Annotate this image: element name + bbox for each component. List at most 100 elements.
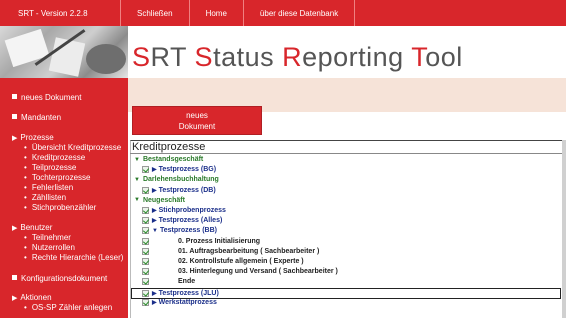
process-label: Stichprobenprozess: [158, 207, 226, 214]
title-word: tatus: [213, 42, 283, 72]
sidebar-item-label: Mandanten: [21, 113, 62, 122]
process-link[interactable]: ▼ Testprozess (BB): [152, 227, 217, 234]
document-icon: [142, 217, 149, 225]
triangle-right-icon: ▶: [12, 135, 18, 142]
triangle-down-icon[interactable]: ▼: [134, 177, 140, 183]
sidebar-section-processes[interactable]: ▶ Prozesse: [12, 133, 54, 142]
about-database-link[interactable]: über diese Datenbank: [244, 9, 354, 18]
sidebar-item-user-roles[interactable]: Nutzerrollen: [24, 243, 75, 252]
process-label: Testprozess (JLU): [158, 289, 219, 297]
sidebar-item-sub-processes[interactable]: Teilprozesse: [24, 163, 76, 172]
sidebar-item-label: Prozesse: [20, 133, 54, 142]
sidebar-item-rights-hierarchy[interactable]: Rechte Hierarchie (Leser): [24, 253, 124, 262]
process-row[interactable]: ▶ Testprozess (Alles): [142, 216, 222, 225]
sidebar-item-label: Konfigurationsdokument: [21, 274, 108, 283]
process-link[interactable]: ▶ Testprozess (BG): [152, 166, 216, 173]
hand-shape: [86, 44, 126, 74]
step-label: Ende: [178, 278, 196, 286]
close-link[interactable]: Schließen: [121, 9, 189, 18]
sidebar-item-label: neues Dokument: [21, 93, 82, 102]
step-row[interactable]: 03. Hinterlegung und Versand ( Sachbearb…: [142, 267, 338, 276]
document-icon: [142, 247, 149, 255]
triangle-right-icon[interactable]: ▶: [152, 300, 157, 306]
category-label: Darlehensbuchhaltung: [142, 176, 219, 184]
document-icon: [142, 289, 149, 297]
triangle-right-icon[interactable]: ▶: [152, 291, 157, 297]
sidebar-section-actions[interactable]: ▶ Aktionen: [12, 293, 52, 302]
process-link[interactable]: ▶ Stichprobenprozess: [152, 207, 226, 214]
document-icon: [142, 258, 149, 265]
step-label: 03. Hinterlegung und Versand ( Sachbearb…: [178, 268, 338, 276]
process-label: Testprozess (BB): [159, 227, 217, 235]
sidebar-item-error-lists[interactable]: Fehlerlisten: [24, 183, 73, 192]
step-row[interactable]: 01. Auftragsbearbeitung ( Sachbearbeiter…: [142, 247, 319, 256]
sidebar-item-overview[interactable]: Übersicht Kreditprozesse: [24, 143, 121, 152]
document-icon: [142, 237, 149, 245]
document-icon: [142, 207, 149, 214]
bullet-icon: [12, 275, 17, 280]
triangle-down-icon[interactable]: ▼: [152, 228, 158, 234]
document-icon: [142, 227, 149, 235]
category-label: Neugeschäft: [142, 196, 185, 204]
home-link[interactable]: Home: [190, 9, 243, 18]
process-row[interactable]: ▶ Testprozess (DB): [142, 186, 216, 195]
scrollbar[interactable]: [562, 140, 566, 318]
process-label: Testprozess (Alles): [158, 217, 223, 225]
triangle-right-icon[interactable]: ▶: [152, 188, 157, 194]
category-label: Bestandsgeschäft: [142, 156, 204, 163]
view-title: Kreditprozesse: [132, 141, 206, 153]
top-bar: SRT - Version 2.2.8 Schließen Home über …: [0, 0, 566, 26]
sidebar-item-create-counter[interactable]: OS-SP Zähler anlegen: [24, 303, 112, 312]
process-row[interactable]: ▶ Stichprobenprozess: [142, 206, 226, 215]
triangle-right-icon: ▶: [12, 295, 18, 302]
step-row[interactable]: Ende: [142, 277, 195, 286]
process-link[interactable]: ▶ Testprozess (Alles): [152, 217, 222, 224]
document-icon: [142, 278, 149, 286]
sidebar-item-credit-processes[interactable]: Kreditprozesse: [24, 153, 85, 162]
page-title: SRT Status Reporting Tool: [132, 42, 463, 73]
new-document-button[interactable]: neues Dokument: [132, 106, 262, 135]
process-link[interactable]: ▶ Testprozess (DB): [152, 187, 216, 194]
version-label: SRT - Version 2.2.8: [18, 8, 88, 18]
sidebar-item-count-lists[interactable]: Zähllisten: [24, 193, 66, 202]
category-row[interactable]: ▼ Bestandsgeschäft: [134, 155, 203, 164]
sidebar-item-child-processes[interactable]: Tochterprozesse: [24, 173, 91, 182]
sidebar-item-config-document[interactable]: Konfigurationsdokument: [12, 274, 107, 283]
process-row[interactable]: ▼ Testprozess (BB): [142, 226, 217, 235]
category-row[interactable]: ▼ Darlehensbuchhaltung: [134, 175, 219, 184]
process-link[interactable]: ▶ Werkstattprozess: [152, 299, 217, 306]
process-row[interactable]: ▶ Testprozess (BG): [142, 165, 216, 174]
step-row[interactable]: 0. Prozess Initialisierung: [142, 237, 260, 246]
triangle-right-icon[interactable]: ▶: [152, 218, 157, 224]
step-row[interactable]: 02. Kontrollstufe allgemein ( Experte ): [142, 257, 304, 266]
triangle-right-icon[interactable]: ▶: [152, 167, 157, 173]
triangle-right-icon[interactable]: ▶: [152, 208, 157, 214]
process-label: Testprozess (BG): [158, 166, 217, 174]
process-label: Werkstattprozess: [158, 298, 217, 306]
sidebar-item-participants[interactable]: Teilnehmer: [24, 233, 71, 242]
title-initial: S: [194, 42, 214, 72]
document-icon: [142, 298, 149, 306]
triangle-down-icon[interactable]: ▼: [134, 157, 140, 163]
sidebar-item-sample-counter[interactable]: Stichprobenzähler: [24, 203, 96, 212]
triangle-down-icon[interactable]: ▼: [134, 197, 140, 203]
category-row[interactable]: ▼ Neugeschäft: [134, 196, 185, 205]
document-icon: [142, 268, 149, 276]
divider: [130, 153, 566, 154]
process-link[interactable]: ▶ Testprozess (JLU): [152, 290, 219, 297]
step-label: 01. Auftragsbearbeitung ( Sachbearbeiter…: [178, 247, 320, 255]
bullet-icon: [12, 94, 17, 99]
title-word: RT: [150, 42, 195, 72]
divider: [354, 0, 356, 26]
header-photo: [0, 26, 128, 78]
sidebar-section-users[interactable]: ▶ Benutzer: [12, 223, 52, 232]
sidebar-item-new-document[interactable]: neues Dokument: [12, 93, 81, 102]
button-label-line: neues: [186, 111, 208, 120]
button-label-line: Dokument: [178, 122, 216, 131]
document-icon: [142, 166, 149, 174]
sidebar-item-label: Benutzer: [20, 223, 53, 232]
bullet-icon: [12, 114, 17, 119]
process-row[interactable]: ▶ Werkstattprozess: [142, 298, 217, 307]
sidebar-item-clients[interactable]: Mandanten: [12, 113, 61, 122]
step-label: 0. Prozess Initialisierung: [178, 237, 261, 245]
